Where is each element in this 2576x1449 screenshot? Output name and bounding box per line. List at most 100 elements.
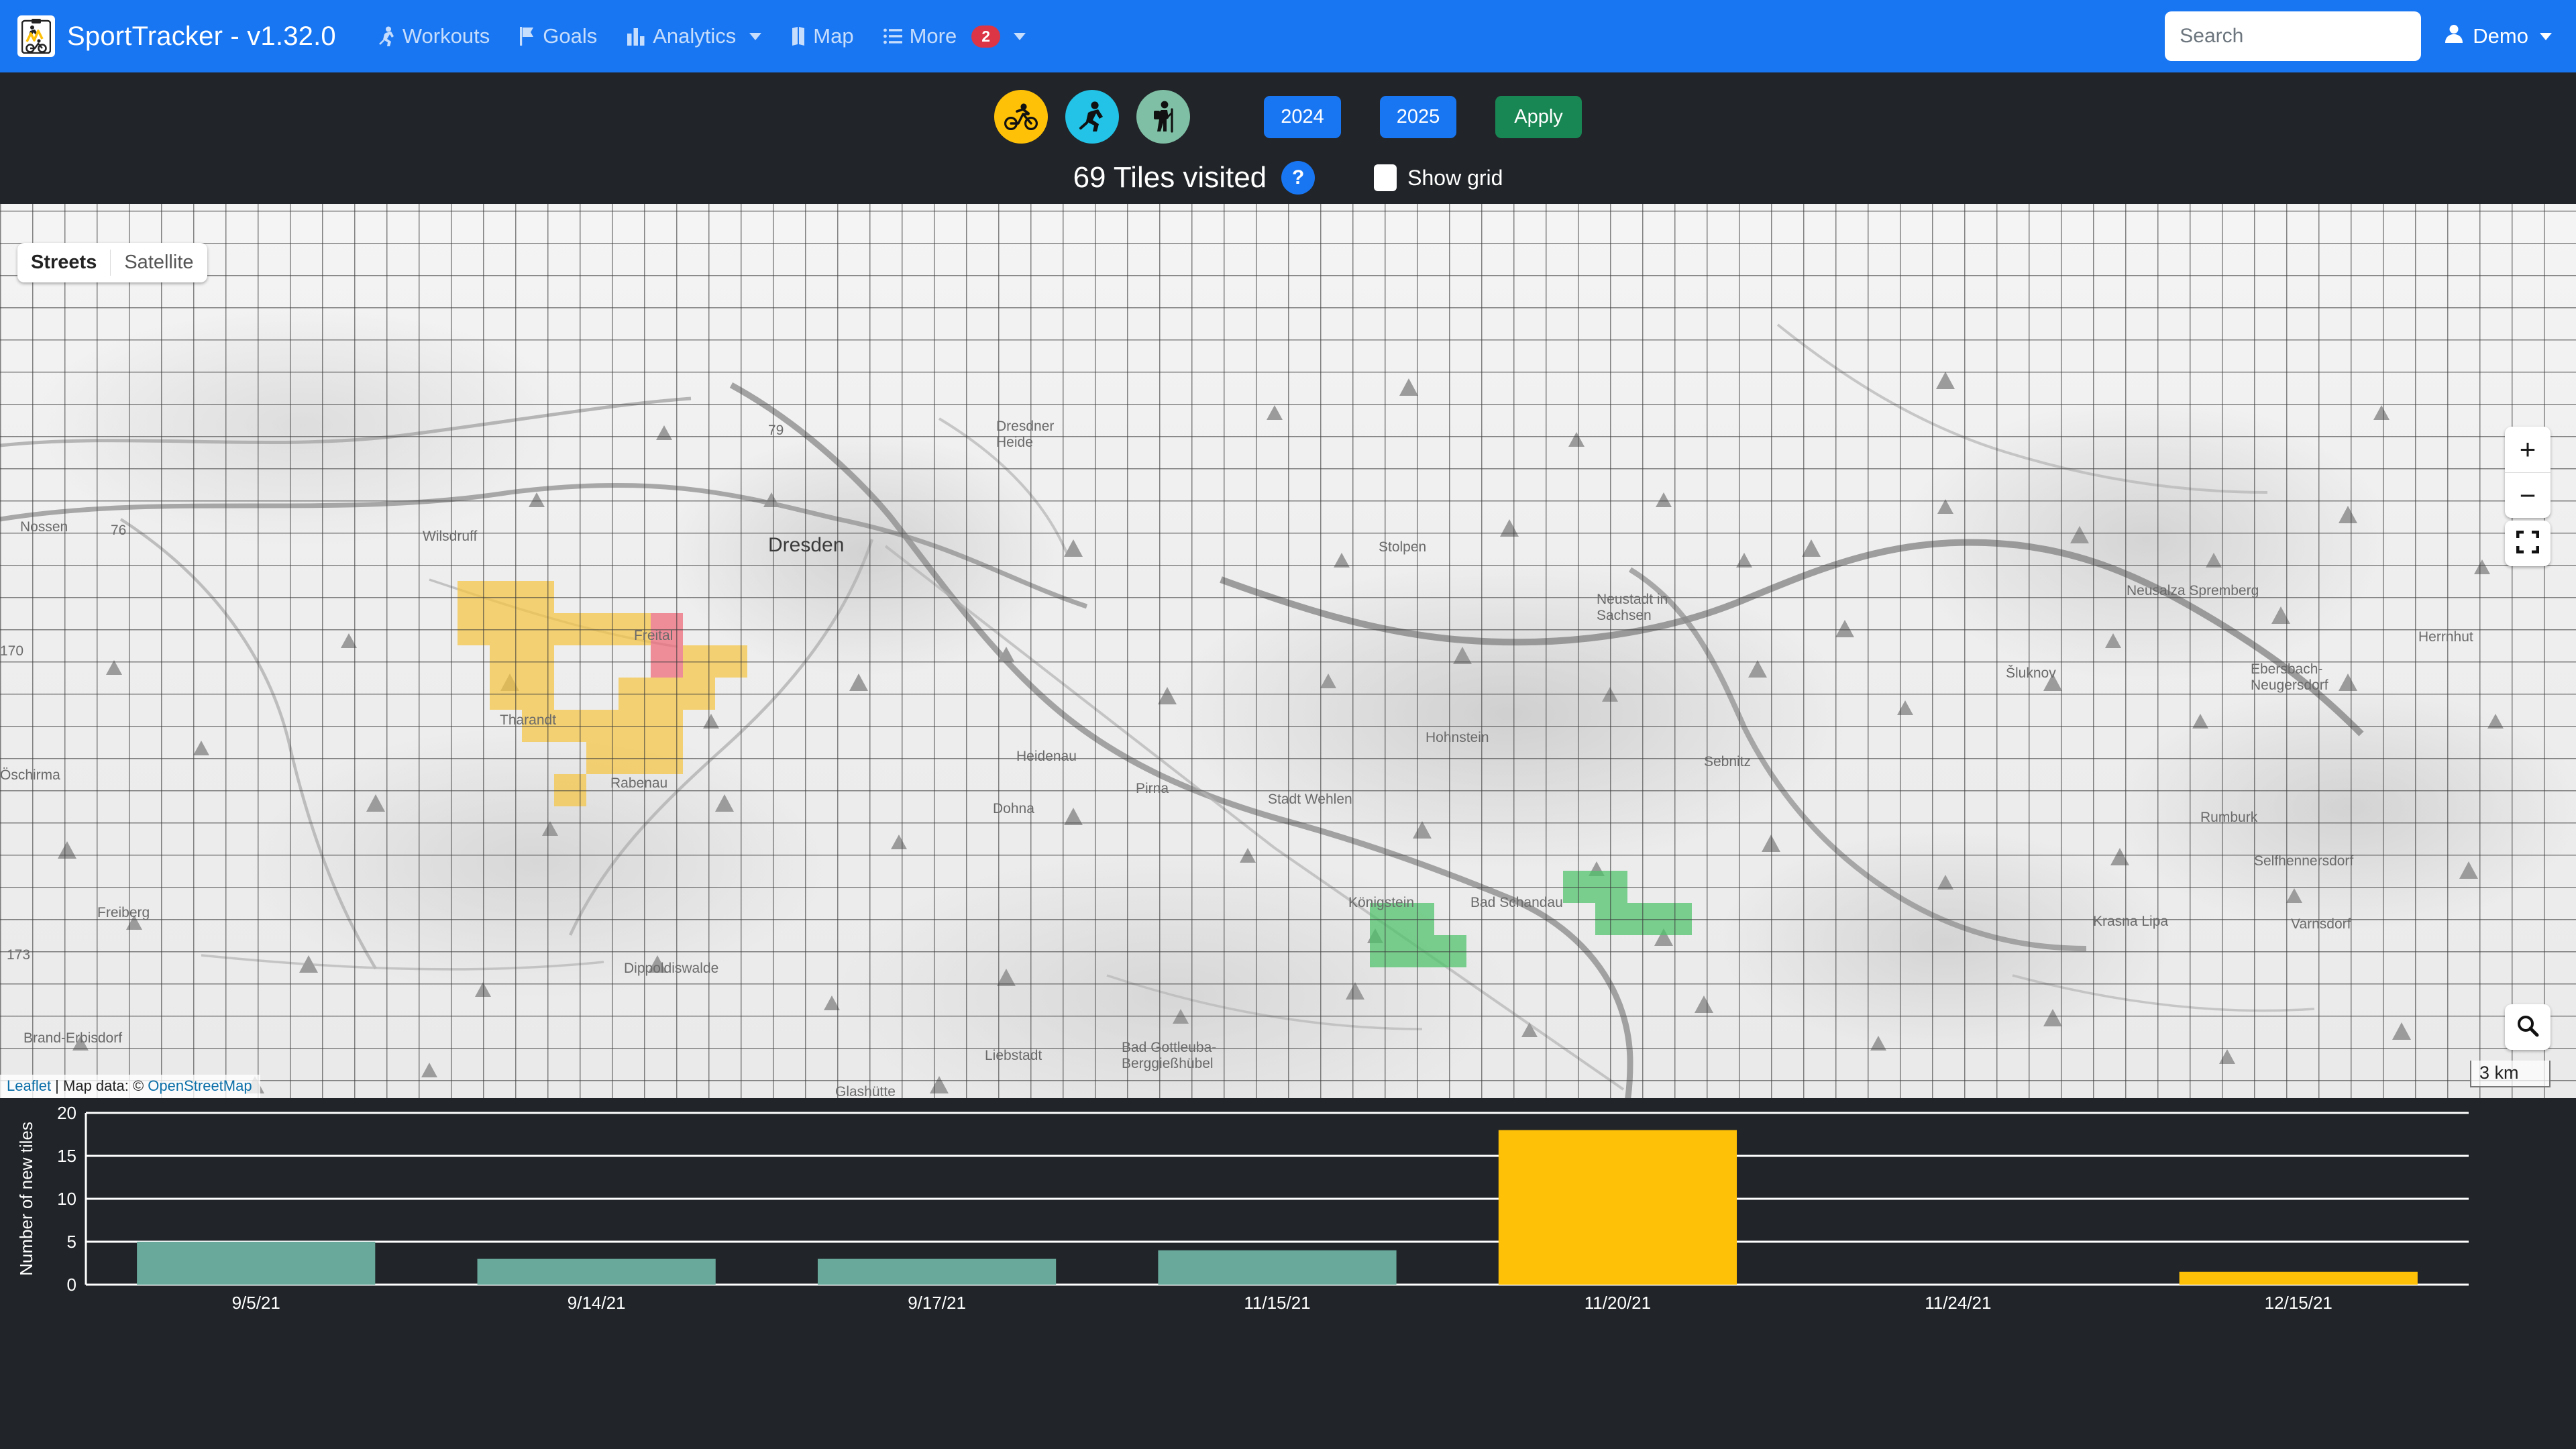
list-icon <box>883 28 902 44</box>
visited-tile-cycling <box>554 710 586 742</box>
visited-tile-cycling <box>651 678 683 710</box>
nav-label-analytics: Analytics <box>653 24 737 48</box>
sport-toggle-running[interactable] <box>1065 90 1120 144</box>
chart-y-tick-label: 10 <box>57 1189 76 1209</box>
show-grid-checkbox[interactable] <box>1374 164 1397 191</box>
chart-y-tick-label: 15 <box>57 1146 76 1166</box>
visited-tile-hiking <box>1660 903 1692 935</box>
nav-links: Workouts Goals Analytics Map More 2 <box>363 17 1040 55</box>
sport-toggle-cycling[interactable] <box>994 90 1049 144</box>
visited-tile-hiking <box>1402 935 1434 967</box>
clipboard-sports-icon <box>17 15 55 57</box>
visited-tile-cycling <box>458 613 490 645</box>
visited-tile-hiking <box>1434 935 1466 967</box>
visited-tile-cycling <box>522 678 554 710</box>
visited-tile-overlap <box>651 613 683 645</box>
chart-x-tick-label: 9/17/21 <box>908 1293 966 1313</box>
visited-tile-cycling <box>490 581 522 613</box>
chart-svg[interactable]: Number of new tiles 0 5 10 15 20 9/5/21 9/14/21… <box>0 1098 2576 1449</box>
hiking-icon <box>1154 101 1173 133</box>
tiles-visited-title: 69 Tiles visited <box>1073 161 1267 194</box>
visited-tile-cycling <box>619 710 651 742</box>
visited-tile-cycling <box>619 742 651 774</box>
visited-tile-hiking <box>1595 871 1627 903</box>
brand-title: SportTracker - v1.32.0 <box>67 21 336 51</box>
visited-tile-cycling <box>715 645 747 678</box>
nav-item-workouts[interactable]: Workouts <box>363 17 504 55</box>
control-bar: 2024 2025 Apply 69 Tiles visited ? Show … <box>0 72 2576 204</box>
visited-tile-cycling <box>490 645 522 678</box>
more-badge: 2 <box>971 25 1000 48</box>
nav-item-analytics[interactable]: Analytics <box>612 17 776 55</box>
nav-item-more[interactable]: More 2 <box>869 17 1040 55</box>
visited-tile-cycling <box>522 613 554 645</box>
tiles-summary-row: 69 Tiles visited ? Show grid <box>0 161 2576 204</box>
fullscreen-icon <box>2516 530 2540 557</box>
chart-y-axis-label: Number of new tiles <box>16 1122 36 1276</box>
visited-tile-cycling <box>683 645 715 678</box>
chart-x-tick-label: 11/24/21 <box>1925 1293 1991 1313</box>
help-icon[interactable]: ? <box>1281 161 1316 195</box>
map-icon <box>791 26 806 46</box>
chart-bar[interactable] <box>2179 1271 2418 1285</box>
zoom-out-button[interactable]: − <box>2505 472 2551 518</box>
visited-tile-cycling <box>619 678 651 710</box>
apply-button[interactable]: Apply <box>1495 95 1582 138</box>
visited-tile-cycling <box>586 710 619 742</box>
year-button-2025[interactable]: 2025 <box>1379 95 1457 138</box>
flag-icon <box>519 26 535 46</box>
map-layer-switch[interactable]: Streets Satellite <box>17 243 207 282</box>
map-attribution: Leaflet | Map data: © OpenStreetMap <box>0 1075 260 1098</box>
attribution-text: | Map data: © <box>51 1077 148 1094</box>
chart-bar[interactable] <box>817 1258 1057 1285</box>
chart-y-tick-label: 5 <box>67 1232 76 1252</box>
show-grid-toggle[interactable]: Show grid <box>1374 164 1503 191</box>
visited-tile-cycling <box>554 613 586 645</box>
person-icon <box>2444 23 2464 49</box>
visited-tile-hiking <box>1627 903 1660 935</box>
zoom-in-button[interactable]: + <box>2505 427 2551 472</box>
nav-label-goals: Goals <box>543 24 598 48</box>
fullscreen-button[interactable] <box>2505 521 2551 566</box>
search-input[interactable] <box>2165 11 2422 61</box>
visited-tile-hiking <box>1370 903 1402 935</box>
nav-right: Demo <box>2165 11 2552 61</box>
visited-tile-hiking <box>1563 871 1595 903</box>
sport-toggle-hiking[interactable] <box>1136 90 1191 144</box>
layer-option-satellite[interactable]: Satellite <box>111 243 207 282</box>
map-canvas[interactable]: Dresdner Heide Dresden Wilsdruff Nossen Frei… <box>0 204 2576 1098</box>
visited-tile-cycling <box>490 678 522 710</box>
map-zoom-controls: + − <box>2505 427 2551 518</box>
user-menu[interactable]: Demo <box>2444 23 2552 49</box>
nav-item-goals[interactable]: Goals <box>504 17 612 55</box>
nav-item-map[interactable]: Map <box>776 17 868 55</box>
chevron-down-icon <box>2540 32 2552 40</box>
leaflet-link[interactable]: Leaflet <box>7 1077 51 1094</box>
brand[interactable]: SportTracker - v1.32.0 <box>17 15 336 57</box>
year-button-2024[interactable]: 2024 <box>1264 95 1341 138</box>
visited-tiles-layer <box>0 204 2576 1098</box>
visited-tile-overlap <box>651 645 683 678</box>
openstreetmap-link[interactable]: OpenStreetMap <box>148 1077 252 1094</box>
visited-tile-cycling <box>651 742 683 774</box>
chart-bar[interactable] <box>477 1258 716 1285</box>
visited-tile-cycling <box>586 613 619 645</box>
chart-bar[interactable] <box>1498 1130 1737 1285</box>
chart-y-tick-label: 20 <box>57 1103 76 1123</box>
visited-tile-cycling <box>522 645 554 678</box>
layer-option-streets[interactable]: Streets <box>17 243 110 282</box>
chart-bar[interactable] <box>137 1242 376 1285</box>
visited-tile-hiking <box>1402 903 1434 935</box>
visited-tile-cycling <box>458 581 490 613</box>
chevron-down-icon <box>749 32 762 40</box>
top-navbar: SportTracker - v1.32.0 Workouts Goals An… <box>0 0 2576 72</box>
user-label: Demo <box>2473 24 2528 48</box>
chart-bar[interactable] <box>1158 1250 1397 1285</box>
map-scale-bar: 3 km <box>2470 1061 2551 1087</box>
visited-tile-hiking <box>1595 903 1627 935</box>
map-search-button[interactable] <box>2505 1004 2551 1050</box>
bar-chart-icon <box>627 27 645 46</box>
running-icon <box>1079 101 1104 131</box>
visited-tile-cycling <box>554 774 586 806</box>
visited-tile-cycling <box>522 581 554 613</box>
